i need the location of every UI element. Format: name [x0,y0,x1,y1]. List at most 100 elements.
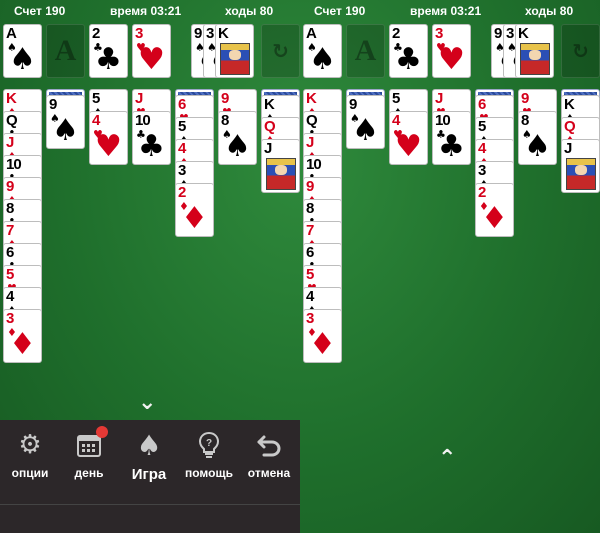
card-suit-large-icon: ♣ [138,129,165,164]
card-rank: 7 [306,222,314,239]
foundation-pile[interactable]: A ♠ ♠ [3,24,42,78]
card-rank: 2 [178,184,186,201]
menu-daily-label: день [74,466,104,480]
card-suit-large-icon: ♣ [395,42,422,77]
foundation-empty-slot[interactable]: A [346,24,385,78]
card-rank: K [306,90,317,107]
collapse-menu-chevron[interactable]: ⌄ [138,392,156,414]
menu-daily-button[interactable]: день [59,426,119,492]
menu-help-button[interactable]: ? помощь [179,426,239,492]
hud: Счет 190 время 03:21 ходы 80 [300,0,600,20]
tableau-card[interactable]: 2 ♦ ♦ [175,183,214,237]
card-rank: 2 [478,184,486,201]
card-suit-large-icon: ♠ [9,42,36,77]
score-display: Счет 190 [314,4,366,18]
card-rank: 4 [92,112,100,129]
card-rank: 8 [306,200,314,217]
tableau-card[interactable]: 10♣♣ [132,111,171,165]
card-rank: 8 [6,200,14,217]
card-rank: K [564,96,575,113]
foundation-pile[interactable]: A ♠ ♠ [303,24,342,78]
tableau-card[interactable]: 9 ♠ ♠ [346,95,385,149]
card-rank: Q [264,118,276,135]
refresh-icon: ↻ [272,39,289,63]
svg-text:?: ? [206,438,212,449]
card-rank: Q [6,112,18,129]
moves-display: ходы 80 [225,4,274,18]
card-rank: 6 [178,96,186,113]
card-suit-large-icon: ♠ [309,42,336,77]
card-rank: J [264,140,272,157]
waste-card[interactable]: K♠ [515,24,554,78]
tableau-card[interactable]: 4 ♥ ♥ [89,111,128,165]
tableau-card[interactable]: 9 ♠ ♠ [46,95,85,149]
menu-game-label: Игра [131,466,167,483]
card-rank: 5 [306,266,314,283]
face-card-art [220,43,250,75]
card-rank: 6 [306,244,314,261]
card-suit-large-icon: ♦ [181,201,208,236]
card-rank: J [306,134,314,151]
card-rank: 6 [6,244,14,261]
card-suit-large-icon: ♠ [224,129,251,164]
card-suit-large-icon: ♥ [138,42,165,77]
menu-undo-button[interactable]: отмена [239,426,299,492]
refresh-icon: ↻ [572,39,589,63]
spade-icon: ♠ [136,428,162,462]
foundation-pile[interactable]: 2 ♣ ♣ [89,24,128,78]
tableau-card[interactable]: 4 ♥ ♥ [389,111,428,165]
lightbulb-icon: ? [198,426,220,464]
stock-pile[interactable]: ↻ [561,24,600,78]
face-card-art [266,158,296,190]
menu-options-label: опции [11,466,49,480]
card-suit-large-icon: ♥ [438,42,465,77]
tableau-card[interactable]: 3 ♦ ♦ [3,309,42,363]
menu-options-button[interactable]: ⚙ опции [0,426,60,492]
card-rank: 9 [6,178,14,195]
card-rank: 3 [478,162,486,179]
card-suit-large-icon: ♦ [481,201,508,236]
card-rank: 9 [221,90,229,107]
card-rank: 3 [306,310,314,327]
tableau-card[interactable]: 8 ♠ ♠ [518,111,557,165]
tableau-card[interactable]: 3 ♦ ♦ [303,309,342,363]
card-rank: A [6,25,17,42]
card-rank: 4 [178,140,186,157]
card-rank: 9 [194,25,202,42]
card-rank: 3 [178,162,186,179]
foundation-pile[interactable]: 2 ♣ ♣ [389,24,428,78]
card-rank: 10 [435,112,451,129]
hud: Счет 190 время 03:21 ходы 80 [0,0,300,20]
card-rank: K [218,25,229,42]
card-rank: K [264,96,275,113]
bottom-menu: ⚙ опции день ♠ Игра ? помощь отмена [0,420,300,533]
tableau-card[interactable]: J♣ [261,139,300,193]
card-rank: 5 [92,90,100,107]
card-rank: 6 [478,96,486,113]
card-rank: 8 [221,112,229,129]
card-rank: Q [564,118,576,135]
card-rank: 4 [6,288,14,305]
card-suit-large-icon: ♦ [9,327,36,362]
tableau-card[interactable]: J♣ [561,139,600,193]
card-rank: 3 [135,25,143,42]
tableau-card[interactable]: 10♣♣ [432,111,471,165]
card-rank: K [6,90,17,107]
card-rank: 7 [6,222,14,239]
card-rank: 5 [392,90,400,107]
card-rank: 10 [6,156,22,173]
foundation-pile[interactable]: 3 ♥ ♥ [432,24,471,78]
stock-pile[interactable]: ↻ [261,24,300,78]
gear-icon: ⚙ [18,430,42,460]
card-suit-large-icon: ♠ [52,113,79,148]
card-rank: A [306,25,317,42]
card-suit-large-icon: ♠ [352,113,379,148]
waste-card[interactable]: K♠ [215,24,254,78]
foundation-pile[interactable]: 3 ♥ ♥ [132,24,171,78]
card-rank: J [435,90,443,107]
foundation-empty-slot[interactable]: A [46,24,85,78]
menu-game-button[interactable]: ♠ Игра [119,426,179,492]
expand-menu-chevron[interactable]: ⌃ [438,448,456,470]
tableau-card[interactable]: 2 ♦ ♦ [475,183,514,237]
tableau-card[interactable]: 8 ♠ ♠ [218,111,257,165]
